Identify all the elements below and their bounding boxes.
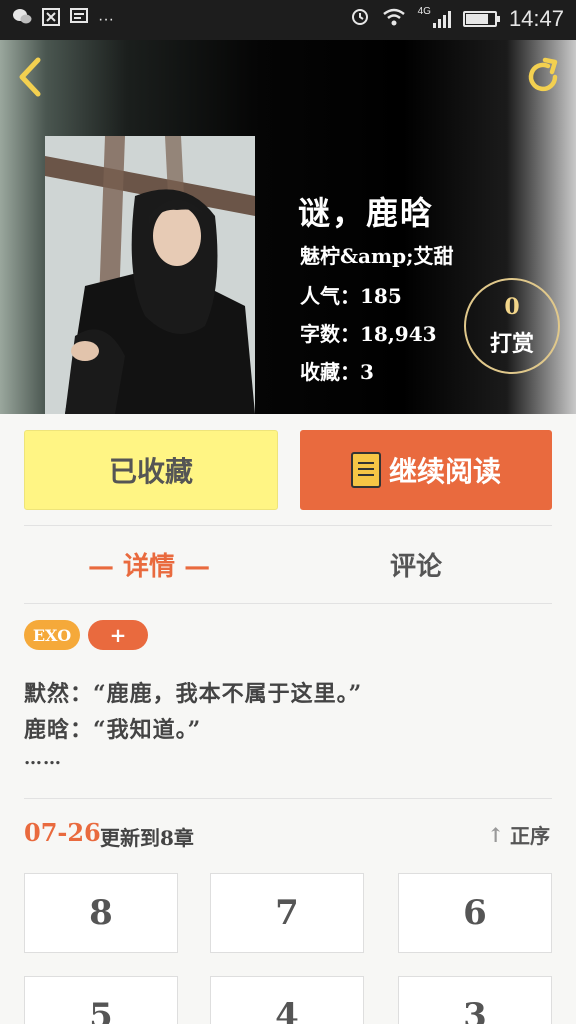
signal-icon — [432, 10, 451, 28]
sort-order-label: 正序 — [510, 824, 550, 848]
book-cover-image — [45, 136, 255, 414]
close-box-icon — [42, 8, 60, 31]
update-date: 07-26 — [24, 818, 101, 847]
collected-label: 已收藏 — [108, 455, 193, 488]
refresh-button[interactable] — [522, 56, 564, 98]
continue-reading-label: 继续阅读 — [388, 455, 501, 488]
message-icon — [70, 8, 88, 31]
sort-order-button[interactable]: ↑ 正序 — [487, 820, 550, 849]
tab-comment[interactable]: 评论 — [390, 546, 442, 583]
tag-exo[interactable]: EXO — [24, 620, 80, 650]
more-icon: ··· — [98, 10, 114, 28]
collected-button[interactable]: 已收藏 — [24, 430, 278, 510]
description-line: 默然：“鹿鹿，我本不属于这里。” — [24, 681, 363, 707]
arrow-up-icon: ↑ — [487, 822, 504, 847]
divider — [24, 798, 552, 799]
back-button[interactable] — [14, 56, 48, 98]
chapter-button[interactable]: 3 — [398, 976, 552, 1024]
status-bar: ··· 4G 14:47 — [0, 0, 576, 40]
book-icon — [350, 452, 381, 488]
description-line: 鹿晗：“我知道。” — [24, 717, 202, 743]
chapter-button[interactable]: 4 — [210, 976, 364, 1024]
divider — [24, 525, 552, 526]
chapter-button[interactable]: 6 — [398, 873, 552, 953]
clock-time: 14:47 — [508, 6, 564, 31]
book-author: 魅柠&amp;艾甜 — [300, 244, 454, 268]
book-popularity: 人气：185 — [300, 284, 402, 308]
add-tag-button[interactable]: + — [88, 620, 148, 650]
wifi-icon — [382, 6, 406, 32]
tab-detail[interactable]: — 详情 — — [88, 546, 210, 583]
book-title: 谜，鹿晗 — [298, 194, 435, 232]
book-favorites: 收藏：3 — [300, 360, 374, 384]
chapter-button[interactable]: 8 — [24, 873, 178, 953]
refresh-icon — [528, 57, 558, 92]
chapter-button[interactable]: 5 — [24, 976, 178, 1024]
network-type: 4G — [417, 6, 431, 17]
description-line: …… — [24, 748, 62, 769]
divider — [24, 603, 552, 604]
battery-icon — [462, 11, 500, 27]
reward-button[interactable]: 0 打赏 — [464, 278, 560, 374]
book-header: 谜，鹿晗 魅柠&amp;艾甜 人气：185 字数：18,943 收藏：3 0 打… — [0, 40, 576, 414]
reward-label: 打赏 — [489, 331, 534, 357]
book-word-count: 字数：18,943 — [300, 322, 437, 346]
reward-count: 0 — [504, 294, 520, 320]
alarm-icon — [350, 6, 370, 32]
continue-reading-button[interactable]: 继续阅读 — [300, 430, 552, 510]
chevron-left-icon — [19, 57, 41, 97]
update-text: 更新到8章 — [100, 826, 194, 850]
chapter-button[interactable]: 7 — [210, 873, 364, 953]
wechat-icon — [12, 8, 32, 31]
